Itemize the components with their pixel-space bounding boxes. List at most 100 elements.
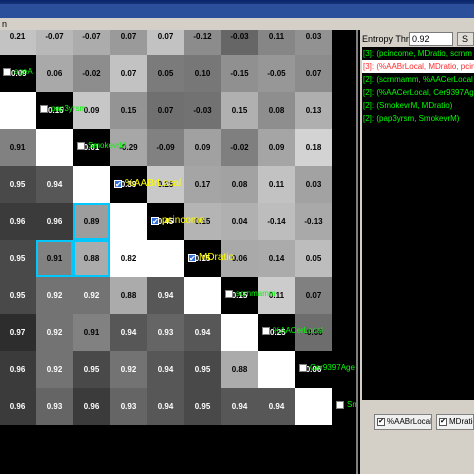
matrix-cell[interactable]: 0.95 <box>73 351 110 388</box>
matrix-cell[interactable]: 0.95 <box>0 277 36 314</box>
attr-chip-mdratio[interactable]: ✔MDratio <box>436 414 474 430</box>
matrix-cell[interactable]: 0.95 <box>184 388 221 425</box>
matrix-cell[interactable]: -0.15 <box>221 55 258 92</box>
matrix-cell[interactable]: 0.13 <box>295 92 332 129</box>
matrix-cell[interactable]: 0.05 <box>295 240 332 277</box>
matrix-cell[interactable]: 0.92 <box>36 351 73 388</box>
matrix-cell[interactable]: 0.04 <box>221 203 258 240</box>
matrix-cell[interactable]: 0.14 <box>258 240 295 277</box>
matrix-cell[interactable]: 0.94 <box>36 166 73 203</box>
matrix-cell[interactable]: 0.15 <box>221 92 258 129</box>
matrix-cell[interactable]: -0.07 <box>73 30 110 55</box>
matrix-cell[interactable] <box>147 240 184 277</box>
matrix-cell[interactable]: 0.06 <box>36 55 73 92</box>
matrix-cell[interactable] <box>184 277 221 314</box>
variable-label[interactable]: SmokevrF <box>336 400 356 409</box>
matrix-cell[interactable]: 0.18 <box>295 129 332 166</box>
correlation-matrix[interactable]: 0.21 -0.07 -0.07 0.07 0.07 -0.12 -0.03 0.11 0.03… <box>0 30 358 474</box>
variable-label[interactable]: pap3yrsm <box>40 104 86 113</box>
matrix-cell[interactable]: -0.03 <box>221 30 258 55</box>
matrix-cell[interactable]: 0.08 <box>258 92 295 129</box>
matrix-cell[interactable]: 0.88 <box>110 277 147 314</box>
matrix-cell[interactable]: 0.96 <box>0 203 36 240</box>
variable-label[interactable]: scrnmamm <box>225 289 276 298</box>
checkbox-icon[interactable]: ✔ <box>188 253 196 262</box>
matrix-cell[interactable]: -0.13 <box>295 203 332 240</box>
checkbox-icon[interactable] <box>40 104 48 113</box>
matrix-cell[interactable]: 0.07 <box>110 30 147 55</box>
checkbox-icon[interactable] <box>336 400 344 409</box>
matrix-cell[interactable]: 0.05 <box>147 55 184 92</box>
matrix-cell[interactable]: -0.02 <box>221 129 258 166</box>
matrix-cell[interactable]: -0.07 <box>36 30 73 55</box>
matrix-cell[interactable]: 0.96 <box>0 388 36 425</box>
rule-item[interactable]: [2]: (SmokevrM, MDratio) <box>362 99 474 112</box>
matrix-cell[interactable]: 0.91 <box>36 240 73 277</box>
checkbox-icon[interactable]: ✔ <box>377 417 385 426</box>
matrix-cell[interactable]: -0.09 <box>147 129 184 166</box>
matrix-cell[interactable]: 0.15 <box>110 92 147 129</box>
matrix-cell[interactable]: 0.21 <box>0 30 36 55</box>
matrix-cell[interactable]: 0.08 <box>221 166 258 203</box>
variable-label[interactable]: ageA <box>3 67 33 76</box>
checkbox-icon[interactable]: ✔ <box>114 179 122 188</box>
matrix-cell[interactable]: 0.03 <box>295 166 332 203</box>
matrix-cell[interactable]: -0.02 <box>73 55 110 92</box>
matrix-cell[interactable]: 0.93 <box>110 388 147 425</box>
matrix-cell[interactable]: 0.88 <box>221 351 258 388</box>
matrix-cell[interactable]: 0.09 <box>258 129 295 166</box>
matrix-cell[interactable]: 0.94 <box>110 314 147 351</box>
matrix-cell[interactable]: 0.91 <box>73 314 110 351</box>
matrix-cell[interactable]: 0.97 <box>0 314 36 351</box>
rule-list[interactable]: [3]: (pcincome, MDratio, scrnm [3]: (%AAB… <box>362 47 474 417</box>
matrix-cell[interactable]: 0.93 <box>147 314 184 351</box>
matrix-cell[interactable]: 0.94 <box>147 277 184 314</box>
checkbox-icon[interactable] <box>299 363 307 372</box>
matrix-cell[interactable]: 0.92 <box>73 277 110 314</box>
attr-chip-aabrlocal[interactable]: ✔ %AABrLocal <box>374 414 432 430</box>
matrix-cell[interactable]: 0.92 <box>36 314 73 351</box>
matrix-cell[interactable] <box>295 388 332 425</box>
matrix-cell[interactable]: 0.09 <box>184 129 221 166</box>
matrix-cell[interactable]: 0.94 <box>184 314 221 351</box>
matrix-cell[interactable]: 0.07 <box>295 277 332 314</box>
variable-label[interactable]: ✔ pcincome <box>151 215 205 226</box>
matrix-cell[interactable]: 0.95 <box>0 166 36 203</box>
matrix-cell[interactable]: 0.92 <box>36 277 73 314</box>
matrix-cell[interactable]: -0.14 <box>258 203 295 240</box>
matrix-cell[interactable]: 0.94 <box>147 388 184 425</box>
matrix-cell[interactable] <box>0 92 36 129</box>
checkbox-icon[interactable] <box>3 67 11 76</box>
matrix-cell[interactable] <box>258 351 295 388</box>
matrix-cell[interactable]: 0.07 <box>147 92 184 129</box>
matrix-cell[interactable]: -0.05 <box>258 55 295 92</box>
matrix-cell[interactable]: 0.82 <box>110 240 147 277</box>
matrix-cell[interactable]: 0.17 <box>184 166 221 203</box>
rule-item[interactable]: [3]: (pcincome, MDratio, scrnm <box>362 47 474 60</box>
matrix-cell[interactable]: 0.95 <box>0 240 36 277</box>
matrix-cell[interactable]: 0.95 <box>184 351 221 388</box>
matrix-cell[interactable] <box>221 314 258 351</box>
checkbox-icon[interactable]: ✔ <box>439 417 447 426</box>
matrix-cell[interactable]: 0.91 <box>0 129 36 166</box>
matrix-cell[interactable] <box>73 166 110 203</box>
checkbox-icon[interactable] <box>77 141 85 150</box>
matrix-cell[interactable]: 0.03 <box>295 30 332 55</box>
matrix-cell[interactable]: 0.96 <box>73 388 110 425</box>
matrix-cell[interactable]: 0.88 <box>73 240 110 277</box>
rule-item[interactable]: [2]: (scrnmamm, %AACerLocal <box>362 73 474 86</box>
entropy-threshold-input[interactable]: 0.92 <box>409 32 453 46</box>
matrix-cell[interactable]: 0.11 <box>258 166 295 203</box>
matrix-cell[interactable]: 0.96 <box>36 203 73 240</box>
matrix-cell[interactable]: 0.96 <box>0 351 36 388</box>
matrix-cell[interactable]: -0.03 <box>184 92 221 129</box>
matrix-cell[interactable] <box>36 129 73 166</box>
set-threshold-button[interactable]: S <box>457 32 474 46</box>
variable-label[interactable]: Cer9397Age <box>299 363 355 372</box>
matrix-cell[interactable]: 0.07 <box>147 30 184 55</box>
rule-item[interactable]: [2]: (pap3yrsm, SmokevrM) <box>362 112 474 125</box>
matrix-cell[interactable] <box>110 203 147 240</box>
variable-label[interactable]: %AACerLocal <box>262 326 323 335</box>
rule-item[interactable]: [2]: (%AACerLocal, Cer9397Age <box>362 86 474 99</box>
matrix-cell[interactable]: 0.07 <box>110 55 147 92</box>
